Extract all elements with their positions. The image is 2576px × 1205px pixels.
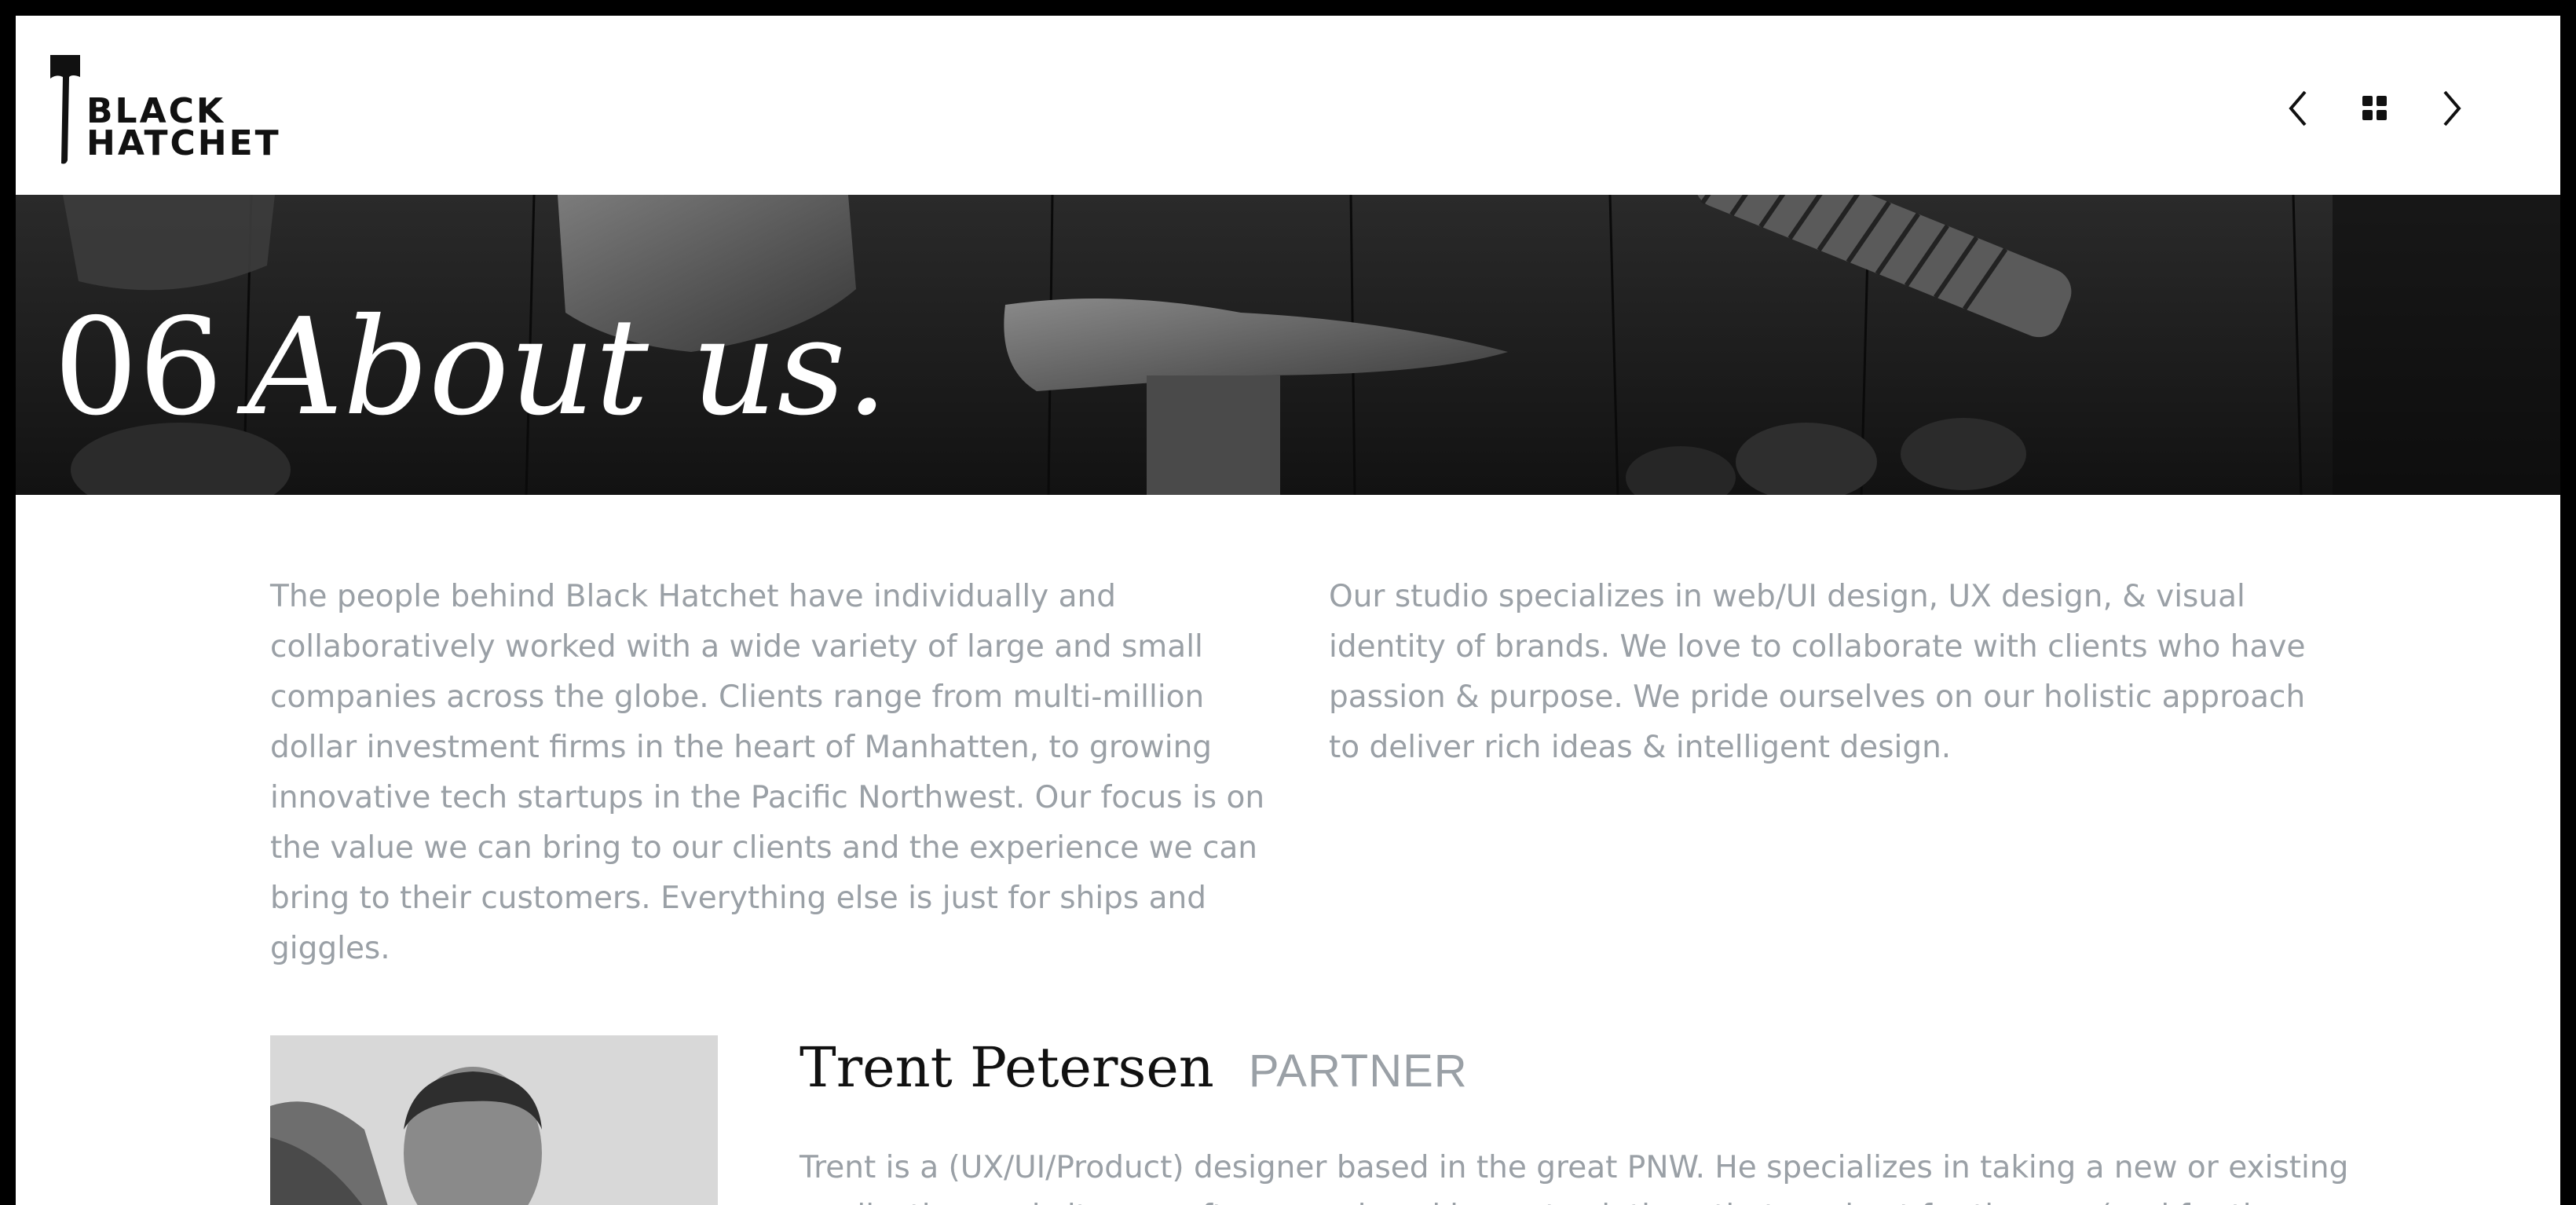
previous-page-button[interactable]	[2282, 86, 2314, 130]
member-photo	[270, 1035, 718, 1205]
logo-word-hatchet: HATCHET	[86, 123, 281, 163]
chevron-left-icon	[2289, 90, 2307, 126]
intro-paragraph-right: Our studio specializes in web/UI design,…	[1329, 579, 2306, 765]
intro-paragraph-left: The people behind Black Hatchet have ind…	[270, 579, 1265, 966]
member-name: Trent Petersen	[800, 1035, 1214, 1100]
member-bio: Trent is a (UX/UI/Product) designer base…	[800, 1150, 2349, 1205]
member-role: PARTNER	[1248, 1046, 1468, 1097]
grid-view-button[interactable]	[2359, 86, 2391, 130]
grid-icon	[2362, 96, 2387, 120]
site-header: BLACK HATCHET	[16, 16, 2560, 195]
page-title: 06 About us.	[53, 289, 888, 446]
page-heading: About us.	[247, 290, 888, 445]
page-number: 06	[53, 290, 224, 445]
header-navigation	[2282, 86, 2468, 130]
portrait-image	[270, 1035, 718, 1205]
member-header: Trent Petersen PARTNER	[800, 1035, 1468, 1100]
page-frame: BLACK HATCHET 06 About us. The people be…	[16, 16, 2560, 1205]
hatchet-icon	[50, 55, 80, 164]
chevron-right-icon	[2443, 90, 2461, 126]
black-hatchet-logo[interactable]: BLACK HATCHET	[49, 50, 284, 165]
hero-banner: 06 About us.	[16, 195, 2560, 495]
next-page-button[interactable]	[2436, 86, 2468, 130]
